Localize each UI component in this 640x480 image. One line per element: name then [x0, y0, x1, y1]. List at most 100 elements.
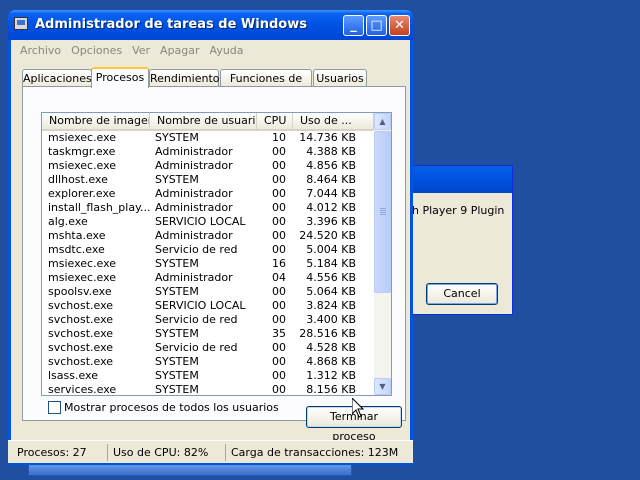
column-cpu[interactable]: CPU [257, 113, 293, 131]
process-user-name: Servicio de red [155, 341, 238, 354]
close-button[interactable]: ✕ [389, 15, 410, 36]
process-cpu: 00 [272, 159, 286, 172]
process-image-name: alg.exe [48, 215, 88, 228]
process-memory: 1.312 KB [306, 369, 356, 382]
mouse-pointer-icon [352, 398, 364, 418]
column-memory[interactable]: Uso de ... [293, 113, 374, 131]
processes-panel: Nombre de imagen Nombre de usuario CPU U… [22, 86, 406, 443]
menu-opciones[interactable]: Opciones [66, 42, 127, 60]
scroll-thumb[interactable] [374, 131, 391, 293]
process-user-name: SYSTEM [155, 355, 199, 368]
status-bar: Procesos: 27 Uso de CPU: 82% Carga de tr… [8, 440, 413, 463]
table-row[interactable]: svchost.exe SERVICIO LOCAL 00 3.824 KB [42, 299, 374, 313]
background-window-titlebar [410, 166, 512, 193]
show-all-users-label[interactable]: Mostrar procesos de todos los usuarios [64, 401, 279, 414]
process-user-name: SYSTEM [155, 369, 199, 382]
maximize-button[interactable]: □ [366, 15, 387, 36]
table-row[interactable]: install_flash_play... Administrador 00 4.01… [42, 201, 374, 215]
table-row[interactable]: services.exe SYSTEM 00 8.156 KB [42, 383, 374, 396]
table-row[interactable]: msiexec.exe SYSTEM 10 14.736 KB [42, 131, 374, 145]
status-cpu-usage: Uso de CPU: 82% [108, 444, 226, 461]
tab-usuarios[interactable]: Usuarios [313, 69, 367, 87]
table-row[interactable]: mshta.exe Administrador 00 24.520 KB [42, 229, 374, 243]
process-cpu: 35 [272, 327, 286, 340]
process-memory: 8.464 KB [306, 173, 356, 186]
process-user-name: Administrador [155, 201, 233, 214]
title-bar[interactable]: Administrador de tareas de Windows _ □ ✕ [8, 10, 413, 40]
table-row[interactable]: msiexec.exe Administrador 04 4.556 KB [42, 271, 374, 285]
process-user-name: Administrador [155, 187, 233, 200]
table-row[interactable]: msiexec.exe Administrador 00 4.856 KB [42, 159, 374, 173]
menu-apagar[interactable]: Apagar [155, 42, 205, 60]
show-all-users-checkbox[interactable] [48, 401, 61, 414]
process-image-name: svchost.exe [48, 313, 114, 326]
process-image-name: msiexec.exe [48, 257, 117, 270]
menu-ver[interactable]: Ver [127, 42, 155, 60]
process-cpu: 10 [272, 131, 286, 144]
tab-aplicaciones[interactable]: Aplicaciones [22, 69, 92, 87]
tab-rendimiento[interactable]: Rendimiento [149, 69, 219, 87]
process-user-name: SYSTEM [155, 257, 199, 270]
process-list-body: msiexec.exe SYSTEM 10 14.736 KB taskmgr.exe A… [42, 131, 374, 396]
process-memory: 7.044 KB [306, 187, 356, 200]
table-row[interactable]: dllhost.exe SYSTEM 00 8.464 KB [42, 173, 374, 187]
process-memory: 4.528 KB [306, 341, 356, 354]
table-row[interactable]: msiexec.exe SYSTEM 16 5.184 KB [42, 257, 374, 271]
process-cpu: 00 [272, 285, 286, 298]
close-icon: ✕ [394, 18, 405, 33]
process-user-name: SYSTEM [155, 327, 199, 340]
table-row[interactable]: msdtc.exe Servicio de red 00 5.004 KB [42, 243, 374, 257]
task-manager-icon [14, 17, 28, 30]
process-memory: 28.516 KB [299, 327, 356, 340]
table-row[interactable]: svchost.exe Servicio de red 00 4.528 KB [42, 341, 374, 355]
process-memory: 3.396 KB [306, 215, 356, 228]
process-cpu: 00 [272, 313, 286, 326]
process-memory: 3.824 KB [306, 299, 356, 312]
process-cpu: 00 [272, 229, 286, 242]
process-image-name: lsass.exe [48, 369, 98, 382]
process-user-name: Servicio de red [155, 313, 238, 326]
process-memory: 5.064 KB [306, 285, 356, 298]
process-user-name: Administrador [155, 271, 233, 284]
table-row[interactable]: svchost.exe SYSTEM 00 4.868 KB [42, 355, 374, 369]
status-process-count: Procesos: 27 [12, 444, 108, 461]
process-cpu: 00 [272, 187, 286, 200]
table-row[interactable]: spoolsv.exe SYSTEM 00 5.064 KB [42, 285, 374, 299]
table-row[interactable]: svchost.exe Servicio de red 00 3.400 KB [42, 313, 374, 327]
menu-bar: Archivo Opciones Ver Apagar Ayuda [11, 42, 249, 60]
process-memory: 24.520 KB [299, 229, 356, 242]
table-row[interactable]: taskmgr.exe Administrador 00 4.388 KB [42, 145, 374, 159]
process-user-name: Administrador [155, 159, 233, 172]
process-image-name: svchost.exe [48, 327, 114, 340]
table-row[interactable]: explorer.exe Administrador 00 7.044 KB [42, 187, 374, 201]
process-image-name: mshta.exe [48, 229, 106, 242]
table-row[interactable]: lsass.exe SYSTEM 00 1.312 KB [42, 369, 374, 383]
process-image-name: svchost.exe [48, 355, 114, 368]
process-image-name: services.exe [48, 383, 117, 396]
process-cpu: 00 [272, 383, 286, 396]
column-image-name[interactable]: Nombre de imagen [42, 113, 150, 131]
process-list-header: Nombre de imagen Nombre de usuario CPU U… [42, 113, 374, 131]
process-cpu: 00 [272, 243, 286, 256]
process-image-name: taskmgr.exe [48, 145, 116, 158]
process-cpu: 00 [272, 145, 286, 158]
background-window-text: h Player 9 Plugin [412, 204, 505, 217]
column-user-name[interactable]: Nombre de usuario [150, 113, 257, 131]
process-cpu: 00 [272, 355, 286, 368]
process-cpu: 00 [272, 173, 286, 186]
tab-funciones-de-red[interactable]: Funciones de red [220, 69, 312, 102]
scroll-down-button[interactable]: ▼ [374, 378, 391, 395]
process-user-name: SERVICIO LOCAL [155, 215, 246, 228]
process-list[interactable]: Nombre de imagen Nombre de usuario CPU U… [41, 112, 392, 396]
table-row[interactable]: alg.exe SERVICIO LOCAL 00 3.396 KB [42, 215, 374, 229]
menu-ayuda[interactable]: Ayuda [205, 42, 249, 60]
table-row[interactable]: svchost.exe SYSTEM 35 28.516 KB [42, 327, 374, 341]
process-user-name: SYSTEM [155, 383, 199, 396]
menu-archivo[interactable]: Archivo [11, 42, 66, 60]
process-cpu: 00 [272, 299, 286, 312]
cancel-button[interactable]: Cancel [426, 283, 498, 305]
tab-procesos[interactable]: Procesos [91, 67, 149, 88]
scroll-up-button[interactable]: ▲ [374, 113, 391, 130]
minimize-button[interactable]: _ [343, 15, 364, 36]
vertical-scrollbar[interactable]: ▲ ▼ [374, 113, 391, 395]
